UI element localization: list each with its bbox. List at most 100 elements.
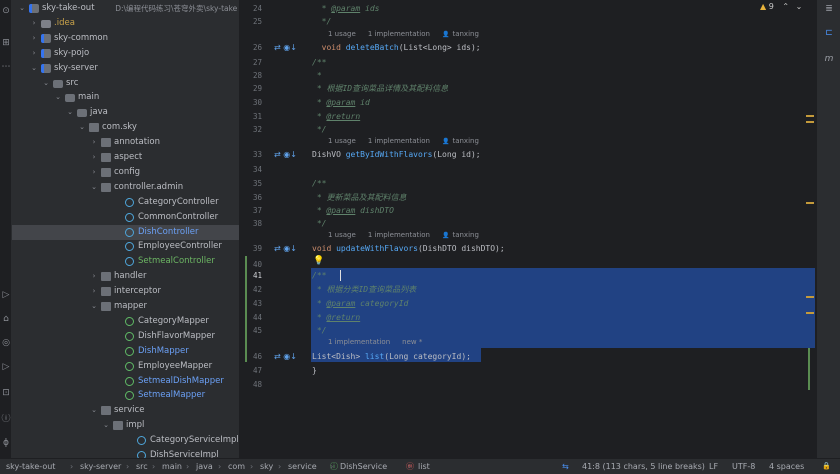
- code-vision-hint[interactable]: 1 usage 1 implementation 👤 tanxing: [328, 229, 491, 241]
- vcs-icon[interactable]: ⇆: [562, 459, 569, 474]
- breadcrumb-item[interactable]: main: [162, 459, 182, 474]
- code-line[interactable]: * @return: [312, 311, 360, 325]
- terminal-icon[interactable]: ▷: [1, 362, 11, 372]
- chevron-right-icon[interactable]: ›: [30, 31, 38, 46]
- code-line[interactable]: List<Dish> list(Long categoryId);: [312, 350, 471, 364]
- tree-item[interactable]: ⌄ controller.admin: [12, 180, 239, 195]
- breadcrumb-item[interactable]: com: [228, 459, 245, 474]
- code-line[interactable]: * 更新菜品及其配料信息: [312, 191, 407, 205]
- author-hint[interactable]: new *: [402, 338, 422, 346]
- breadcrumb-item[interactable]: src: [136, 459, 148, 474]
- tree-item[interactable]: ⌄ sky-server: [12, 61, 239, 76]
- code-line[interactable]: void deleteBatch(List<Long> ids);: [312, 41, 481, 55]
- line-ending[interactable]: LF: [709, 459, 718, 474]
- code-line[interactable]: void updateWithFlavors(DishDTO dishDTO);: [312, 242, 505, 256]
- maven-icon[interactable]: m: [823, 53, 835, 65]
- chevron-up-icon[interactable]: ⌃: [782, 2, 789, 11]
- chevron-down-icon[interactable]: ⌄: [78, 120, 86, 135]
- usages-hint[interactable]: 1 usage: [328, 137, 356, 145]
- implementation-gutter-icon[interactable]: ⇄ ◉↓: [274, 148, 297, 162]
- build-icon[interactable]: ⌂: [1, 314, 11, 324]
- tree-item[interactable]: ⌄ com.sky: [12, 120, 239, 135]
- author-hint[interactable]: tanxing: [452, 30, 478, 38]
- code-line[interactable]: * @return: [312, 110, 360, 124]
- code-line[interactable]: */: [312, 324, 327, 338]
- notifications-icon[interactable]: ⊏: [823, 27, 835, 39]
- code-line[interactable]: */: [312, 217, 327, 231]
- chevron-right-icon[interactable]: ›: [90, 284, 98, 299]
- lightbulb-icon[interactable]: 💡: [313, 256, 324, 266]
- code-line[interactable]: /**: [312, 56, 326, 70]
- tree-item[interactable]: SetmealMapper: [12, 388, 239, 403]
- code-vision-hint[interactable]: 1 usage 1 implementation 👤 tanxing: [328, 135, 491, 147]
- tree-item[interactable]: › interceptor: [12, 284, 239, 299]
- tree-item[interactable]: SetmealController: [12, 254, 239, 269]
- author-hint[interactable]: tanxing: [452, 137, 478, 145]
- run-icon[interactable]: ▷: [1, 290, 11, 300]
- breadcrumb-item[interactable]: DishService: [340, 459, 387, 474]
- lock-icon[interactable]: 🔒: [822, 459, 831, 474]
- tree-item[interactable]: ⌄ sky-take-out D:\编程代码练习\苍穹外卖\sky-take: [12, 1, 239, 16]
- implementation-gutter-icon[interactable]: ⇄ ◉↓: [274, 350, 297, 364]
- code-line[interactable]: * @param ids: [312, 2, 380, 16]
- code-line[interactable]: DishVO getByIdWithFlavors(Long id);: [312, 148, 481, 162]
- warning-marker[interactable]: [806, 121, 814, 123]
- chevron-right-icon[interactable]: ›: [90, 269, 98, 284]
- tree-item[interactable]: CategoryMapper: [12, 314, 239, 329]
- tree-item[interactable]: › annotation: [12, 135, 239, 150]
- usages-hint[interactable]: 1 usage: [328, 231, 356, 239]
- implementation-gutter-icon[interactable]: ⇄ ◉↓: [274, 242, 297, 256]
- tree-item[interactable]: CategoryController: [12, 195, 239, 210]
- chevron-right-icon[interactable]: ›: [90, 135, 98, 150]
- services-icon[interactable]: ◎: [1, 338, 11, 348]
- tree-item[interactable]: ⌄ mapper: [12, 299, 239, 314]
- warning-marker[interactable]: [806, 312, 814, 314]
- tree-item[interactable]: DishFlavorMapper: [12, 329, 239, 344]
- tree-item[interactable]: › .idea: [12, 16, 239, 31]
- chevron-right-icon[interactable]: ›: [90, 150, 98, 165]
- warning-marker[interactable]: [806, 202, 814, 204]
- code-line[interactable]: *: [312, 69, 322, 83]
- tree-item[interactable]: DishServiceImpl: [12, 448, 239, 458]
- breadcrumb-item[interactable]: sky-server: [80, 459, 121, 474]
- breadcrumb-item[interactable]: list: [418, 459, 430, 474]
- implementations-hint[interactable]: 1 implementation: [328, 338, 390, 346]
- chevron-down-icon[interactable]: ⌄: [42, 76, 50, 91]
- tree-item[interactable]: ⌄ service: [12, 403, 239, 418]
- project-icon[interactable]: ⊙: [1, 6, 11, 16]
- chevron-right-icon[interactable]: ›: [90, 165, 98, 180]
- chevron-right-icon[interactable]: ›: [30, 16, 38, 31]
- tree-item[interactable]: SetmealDishMapper: [12, 374, 239, 389]
- implementations-hint[interactable]: 1 implementation: [368, 30, 430, 38]
- indent-setting[interactable]: 4 spaces: [769, 459, 804, 474]
- code-line[interactable]: * @param id: [312, 96, 370, 110]
- tree-item[interactable]: ⌄ impl: [12, 418, 239, 433]
- chevron-down-icon[interactable]: ⌄: [102, 418, 110, 433]
- tree-item[interactable]: › handler: [12, 269, 239, 284]
- structure-icon[interactable]: ⊞: [1, 38, 11, 48]
- tree-item[interactable]: › sky-common: [12, 31, 239, 46]
- tree-item[interactable]: ⌄ main: [12, 90, 239, 105]
- chevron-down-icon[interactable]: ⌄: [54, 90, 62, 105]
- tree-item[interactable]: › config: [12, 165, 239, 180]
- breadcrumb-item[interactable]: service: [288, 459, 317, 474]
- chevron-down-icon[interactable]: ⌄: [90, 403, 98, 418]
- code-line[interactable]: */: [312, 123, 327, 137]
- breadcrumb-item[interactable]: java: [196, 459, 213, 474]
- code-line[interactable]: * @param categoryId: [312, 297, 409, 311]
- breadcrumb-item[interactable]: sky: [260, 459, 273, 474]
- more-icon[interactable]: ⋯: [1, 62, 11, 72]
- tree-item[interactable]: CategoryServiceImpl: [12, 433, 239, 448]
- database-icon[interactable]: ≣: [823, 3, 835, 15]
- chevron-down-icon[interactable]: ⌄: [90, 299, 98, 314]
- warning-marker[interactable]: [806, 296, 814, 298]
- chevron-right-icon[interactable]: ›: [30, 46, 38, 61]
- chevron-down-icon[interactable]: ⌄: [18, 1, 26, 16]
- code-line[interactable]: * 根据ID查询菜品详情及其配料信息: [312, 82, 448, 96]
- tree-item[interactable]: ⌄ java: [12, 105, 239, 120]
- change-marker[interactable]: [808, 348, 810, 390]
- author-hint[interactable]: tanxing: [452, 231, 478, 239]
- breadcrumb-item[interactable]: sky-take-out: [6, 459, 55, 474]
- code-line[interactable]: * 根据分类ID查询菜品列表: [312, 283, 416, 297]
- chevron-down-icon[interactable]: ⌄: [90, 180, 98, 195]
